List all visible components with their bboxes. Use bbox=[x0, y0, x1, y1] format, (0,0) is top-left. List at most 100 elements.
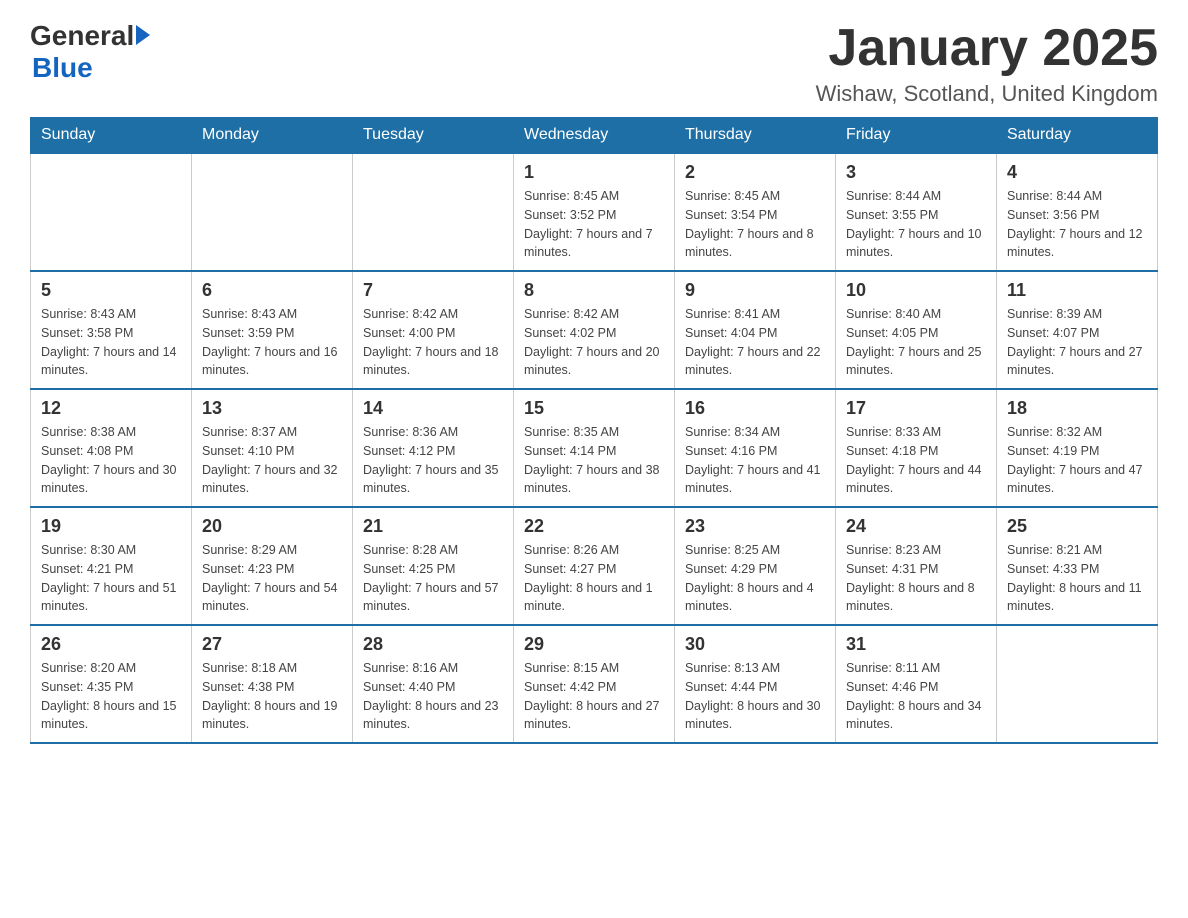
header-row: SundayMondayTuesdayWednesdayThursdayFrid… bbox=[31, 118, 1158, 154]
day-number: 23 bbox=[685, 516, 825, 537]
day-cell: 25 Sunrise: 8:21 AMSunset: 4:33 PMDayligh… bbox=[997, 507, 1158, 625]
calendar-table: SundayMondayTuesdayWednesdayThursdayFrid… bbox=[30, 117, 1158, 744]
day-number: 8 bbox=[524, 280, 664, 301]
day-number: 4 bbox=[1007, 162, 1147, 183]
logo-blue-text: Blue bbox=[32, 52, 93, 84]
day-cell bbox=[31, 153, 192, 271]
day-info: Sunrise: 8:30 AMSunset: 4:21 PMDaylight:… bbox=[41, 541, 181, 616]
day-info: Sunrise: 8:45 AMSunset: 3:54 PMDaylight:… bbox=[685, 187, 825, 262]
day-cell: 10 Sunrise: 8:40 AMSunset: 4:05 PMDayligh… bbox=[836, 271, 997, 389]
day-number: 17 bbox=[846, 398, 986, 419]
day-info: Sunrise: 8:40 AMSunset: 4:05 PMDaylight:… bbox=[846, 305, 986, 380]
day-number: 27 bbox=[202, 634, 342, 655]
day-number: 28 bbox=[363, 634, 503, 655]
day-cell: 31 Sunrise: 8:11 AMSunset: 4:46 PMDayligh… bbox=[836, 625, 997, 743]
logo-arrow-icon bbox=[136, 25, 150, 45]
day-cell bbox=[997, 625, 1158, 743]
day-info: Sunrise: 8:43 AMSunset: 3:58 PMDaylight:… bbox=[41, 305, 181, 380]
day-number: 19 bbox=[41, 516, 181, 537]
day-cell: 23 Sunrise: 8:25 AMSunset: 4:29 PMDayligh… bbox=[675, 507, 836, 625]
day-info: Sunrise: 8:13 AMSunset: 4:44 PMDaylight:… bbox=[685, 659, 825, 734]
day-info: Sunrise: 8:44 AMSunset: 3:55 PMDaylight:… bbox=[846, 187, 986, 262]
day-cell: 1 Sunrise: 8:45 AMSunset: 3:52 PMDaylight… bbox=[514, 153, 675, 271]
day-cell: 21 Sunrise: 8:28 AMSunset: 4:25 PMDayligh… bbox=[353, 507, 514, 625]
day-number: 12 bbox=[41, 398, 181, 419]
day-info: Sunrise: 8:37 AMSunset: 4:10 PMDaylight:… bbox=[202, 423, 342, 498]
day-number: 15 bbox=[524, 398, 664, 419]
page-header: General Blue January 2025 Wishaw, Scotla… bbox=[30, 20, 1158, 107]
day-number: 30 bbox=[685, 634, 825, 655]
header-cell-tuesday: Tuesday bbox=[353, 118, 514, 154]
day-info: Sunrise: 8:29 AMSunset: 4:23 PMDaylight:… bbox=[202, 541, 342, 616]
day-number: 11 bbox=[1007, 280, 1147, 301]
day-cell: 20 Sunrise: 8:29 AMSunset: 4:23 PMDayligh… bbox=[192, 507, 353, 625]
header-cell-friday: Friday bbox=[836, 118, 997, 154]
day-info: Sunrise: 8:34 AMSunset: 4:16 PMDaylight:… bbox=[685, 423, 825, 498]
week-row-1: 1 Sunrise: 8:45 AMSunset: 3:52 PMDaylight… bbox=[31, 153, 1158, 271]
day-number: 21 bbox=[363, 516, 503, 537]
day-info: Sunrise: 8:26 AMSunset: 4:27 PMDaylight:… bbox=[524, 541, 664, 616]
day-number: 31 bbox=[846, 634, 986, 655]
week-row-3: 12Sunrise: 8:38 AMSunset: 4:08 PMDayligh… bbox=[31, 389, 1158, 507]
day-number: 20 bbox=[202, 516, 342, 537]
day-number: 18 bbox=[1007, 398, 1147, 419]
day-cell: 8 Sunrise: 8:42 AMSunset: 4:02 PMDaylight… bbox=[514, 271, 675, 389]
day-cell: 14Sunrise: 8:36 AMSunset: 4:12 PMDayligh… bbox=[353, 389, 514, 507]
day-cell: 9Sunrise: 8:41 AMSunset: 4:04 PMDaylight… bbox=[675, 271, 836, 389]
day-cell: 12Sunrise: 8:38 AMSunset: 4:08 PMDayligh… bbox=[31, 389, 192, 507]
day-number: 13 bbox=[202, 398, 342, 419]
logo-general-text: General bbox=[30, 20, 134, 52]
day-cell: 13 Sunrise: 8:37 AMSunset: 4:10 PMDayligh… bbox=[192, 389, 353, 507]
day-cell bbox=[192, 153, 353, 271]
week-row-5: 26 Sunrise: 8:20 AMSunset: 4:35 PMDayligh… bbox=[31, 625, 1158, 743]
day-cell: 6Sunrise: 8:43 AMSunset: 3:59 PMDaylight… bbox=[192, 271, 353, 389]
day-info: Sunrise: 8:16 AMSunset: 4:40 PMDaylight:… bbox=[363, 659, 503, 734]
day-info: Sunrise: 8:25 AMSunset: 4:29 PMDaylight:… bbox=[685, 541, 825, 616]
day-cell: 29 Sunrise: 8:15 AMSunset: 4:42 PMDayligh… bbox=[514, 625, 675, 743]
day-number: 16 bbox=[685, 398, 825, 419]
day-info: Sunrise: 8:35 AMSunset: 4:14 PMDaylight:… bbox=[524, 423, 664, 498]
day-cell: 27Sunrise: 8:18 AMSunset: 4:38 PMDayligh… bbox=[192, 625, 353, 743]
day-info: Sunrise: 8:15 AMSunset: 4:42 PMDaylight:… bbox=[524, 659, 664, 734]
day-info: Sunrise: 8:28 AMSunset: 4:25 PMDaylight:… bbox=[363, 541, 503, 616]
day-number: 1 bbox=[524, 162, 664, 183]
location-title: Wishaw, Scotland, United Kingdom bbox=[816, 81, 1158, 107]
header-cell-wednesday: Wednesday bbox=[514, 118, 675, 154]
day-number: 29 bbox=[524, 634, 664, 655]
day-info: Sunrise: 8:39 AMSunset: 4:07 PMDaylight:… bbox=[1007, 305, 1147, 380]
day-cell: 15 Sunrise: 8:35 AMSunset: 4:14 PMDayligh… bbox=[514, 389, 675, 507]
day-cell: 24 Sunrise: 8:23 AMSunset: 4:31 PMDayligh… bbox=[836, 507, 997, 625]
day-info: Sunrise: 8:23 AMSunset: 4:31 PMDaylight:… bbox=[846, 541, 986, 616]
day-cell: 17Sunrise: 8:33 AMSunset: 4:18 PMDayligh… bbox=[836, 389, 997, 507]
day-info: Sunrise: 8:42 AMSunset: 4:00 PMDaylight:… bbox=[363, 305, 503, 380]
day-cell: 28 Sunrise: 8:16 AMSunset: 4:40 PMDayligh… bbox=[353, 625, 514, 743]
day-cell: 19 Sunrise: 8:30 AMSunset: 4:21 PMDayligh… bbox=[31, 507, 192, 625]
day-number: 7 bbox=[363, 280, 503, 301]
day-cell: 26 Sunrise: 8:20 AMSunset: 4:35 PMDayligh… bbox=[31, 625, 192, 743]
header-cell-thursday: Thursday bbox=[675, 118, 836, 154]
month-title: January 2025 bbox=[816, 20, 1158, 77]
day-number: 24 bbox=[846, 516, 986, 537]
day-cell: 2Sunrise: 8:45 AMSunset: 3:54 PMDaylight… bbox=[675, 153, 836, 271]
day-info: Sunrise: 8:36 AMSunset: 4:12 PMDaylight:… bbox=[363, 423, 503, 498]
day-number: 10 bbox=[846, 280, 986, 301]
day-number: 25 bbox=[1007, 516, 1147, 537]
day-number: 26 bbox=[41, 634, 181, 655]
day-number: 3 bbox=[846, 162, 986, 183]
day-cell: 5 Sunrise: 8:43 AMSunset: 3:58 PMDaylight… bbox=[31, 271, 192, 389]
day-info: Sunrise: 8:20 AMSunset: 4:35 PMDaylight:… bbox=[41, 659, 181, 734]
day-cell: 22 Sunrise: 8:26 AMSunset: 4:27 PMDayligh… bbox=[514, 507, 675, 625]
header-cell-monday: Monday bbox=[192, 118, 353, 154]
day-number: 5 bbox=[41, 280, 181, 301]
day-info: Sunrise: 8:21 AMSunset: 4:33 PMDaylight:… bbox=[1007, 541, 1147, 616]
day-cell bbox=[353, 153, 514, 271]
day-info: Sunrise: 8:44 AMSunset: 3:56 PMDaylight:… bbox=[1007, 187, 1147, 262]
day-cell: 3 Sunrise: 8:44 AMSunset: 3:55 PMDaylight… bbox=[836, 153, 997, 271]
day-number: 22 bbox=[524, 516, 664, 537]
day-info: Sunrise: 8:45 AMSunset: 3:52 PMDaylight:… bbox=[524, 187, 664, 262]
day-info: Sunrise: 8:11 AMSunset: 4:46 PMDaylight:… bbox=[846, 659, 986, 734]
title-section: January 2025 Wishaw, Scotland, United Ki… bbox=[816, 20, 1158, 107]
day-info: Sunrise: 8:41 AMSunset: 4:04 PMDaylight:… bbox=[685, 305, 825, 380]
day-info: Sunrise: 8:42 AMSunset: 4:02 PMDaylight:… bbox=[524, 305, 664, 380]
calendar-header: SundayMondayTuesdayWednesdayThursdayFrid… bbox=[31, 118, 1158, 154]
